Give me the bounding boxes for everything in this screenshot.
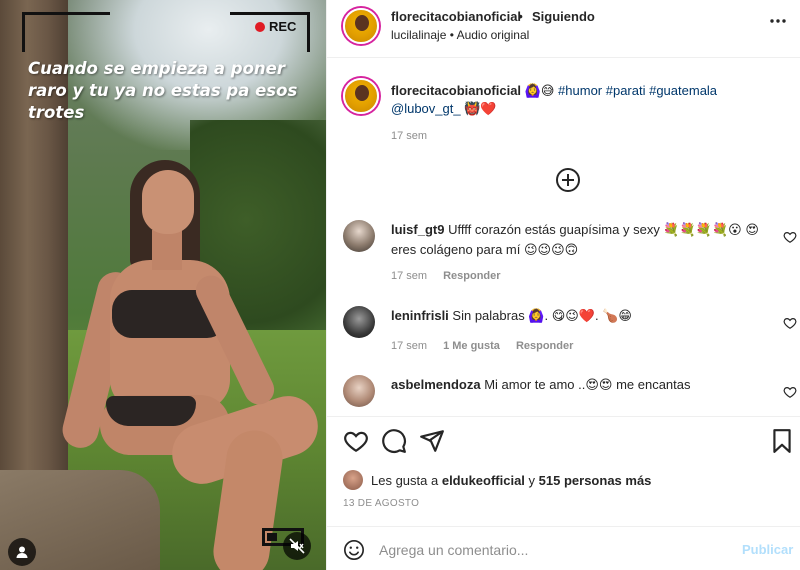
comment-text: luisf_gt9 Uffff corazón estás guapísima … (391, 220, 761, 260)
rec-frame-corner (22, 12, 110, 52)
commenter-avatar[interactable] (343, 375, 375, 407)
comment-item: asbelmendoza Mi amor te amo ..😍😍 me enca… (343, 375, 797, 415)
liker-avatar[interactable] (343, 470, 363, 490)
post-media[interactable]: REC Cuando se empieza a poner raro y tu … (0, 0, 326, 570)
comment-body: Sin palabras 🙆‍♀️. 😋😉❤️. 🍗😁 (452, 308, 632, 323)
rec-badge: REC (255, 19, 296, 34)
comment-time[interactable]: 17 sem (391, 340, 427, 352)
comment-username[interactable]: luisf_gt9 (391, 222, 444, 237)
following-button[interactable]: Siguiendo (532, 9, 595, 24)
comment-body: Uffff corazón estás guapísima y sexy 💐💐💐… (391, 222, 759, 257)
comment-meta: 17 sem Responder (391, 270, 501, 282)
more-horizontal-icon (770, 19, 786, 23)
comment-item: luisf_gt9 Uffff corazón estás guapísima … (343, 220, 797, 290)
caption-hashtags[interactable]: #humor #parati #guatemala (558, 83, 717, 98)
post-date[interactable]: 13 DE AGOSTO (343, 498, 419, 509)
publish-button[interactable]: Publicar (742, 542, 793, 557)
comment-username[interactable]: leninfrisli (391, 308, 449, 323)
add-comment-bar: Publicar (327, 526, 800, 570)
rec-label: REC (269, 19, 297, 34)
comment-username[interactable]: asbelmendoza (391, 377, 481, 392)
likes-summary: Les gusta a eldukeofficial y 515 persona… (343, 470, 651, 490)
post-actions-bar (327, 416, 800, 470)
comment-body: Mi amor te amo ..😍😍 me encantas (484, 377, 691, 392)
emoji-smile-icon[interactable] (343, 539, 365, 561)
liker-username[interactable]: eldukeofficial (442, 473, 525, 488)
comment-like-heart-icon[interactable] (783, 316, 797, 330)
like-heart-icon[interactable] (343, 428, 369, 454)
commenter-avatar[interactable] (343, 306, 375, 338)
comment-reply-button[interactable]: Responder (443, 270, 500, 282)
comment-like-heart-icon[interactable] (783, 385, 797, 399)
comment-bubble-icon[interactable] (381, 428, 407, 454)
add-comment-input[interactable] (379, 539, 719, 561)
caption-author-avatar[interactable] (343, 78, 379, 114)
comment-reply-button[interactable]: Responder (516, 340, 573, 352)
caption-time[interactable]: 17 sem (391, 130, 427, 142)
comment-text: asbelmendoza Mi amor te amo ..😍😍 me enca… (391, 375, 761, 395)
share-paper-plane-icon[interactable] (419, 428, 445, 454)
comment-like-heart-icon[interactable] (783, 230, 797, 244)
user-icon (16, 546, 28, 558)
speaker-muted-icon (289, 538, 305, 554)
caption-mention[interactable]: @lubov_gt_ (391, 101, 461, 116)
rec-dot-icon (255, 21, 265, 32)
caption-emojis-end: 👹❤️ (464, 101, 497, 116)
load-more-comments-button[interactable] (556, 168, 580, 192)
caption-username[interactable]: florecitacobianoficial (391, 83, 521, 98)
commenter-avatar[interactable] (343, 220, 375, 252)
likes-conjunction: y (528, 472, 536, 488)
likes-prefix: Les gusta a (371, 472, 439, 488)
comment-time[interactable]: 17 sem (391, 270, 427, 282)
caption-emojis: 🙆‍♀️😅 (524, 83, 555, 98)
mute-button[interactable] (283, 532, 311, 560)
audio-subtitle[interactable]: lucilalinaje • Audio original (391, 28, 529, 42)
header-separator: • (518, 8, 523, 24)
comment-text: leninfrisli Sin palabras 🙆‍♀️. 😋😉❤️. 🍗😁 (391, 306, 761, 326)
caption-text: florecitacobianoficial 🙆‍♀️😅 #humor #par… (391, 82, 781, 118)
post-details-panel: florecitacobianoficial • Siguiendo lucil… (326, 0, 800, 570)
more-options-button[interactable] (769, 12, 787, 35)
comment-item: leninfrisli Sin palabras 🙆‍♀️. 😋😉❤️. 🍗😁 … (343, 306, 797, 366)
plus-circle-icon (562, 174, 574, 186)
comment-likes-count[interactable]: 1 Me gusta (443, 340, 500, 352)
author-username[interactable]: florecitacobianoficial (391, 9, 521, 24)
save-bookmark-icon[interactable] (769, 428, 795, 454)
tagged-users-button[interactable] (8, 538, 36, 566)
post-header: florecitacobianoficial • Siguiendo lucil… (327, 0, 800, 58)
author-avatar[interactable] (343, 8, 379, 44)
likes-others-count[interactable]: 515 personas más (539, 473, 652, 488)
comment-meta: 17 sem 1 Me gusta Responder (391, 340, 573, 352)
media-caption: Cuando se empieza a poner raro y tu ya n… (28, 59, 298, 122)
media-person (58, 160, 326, 570)
